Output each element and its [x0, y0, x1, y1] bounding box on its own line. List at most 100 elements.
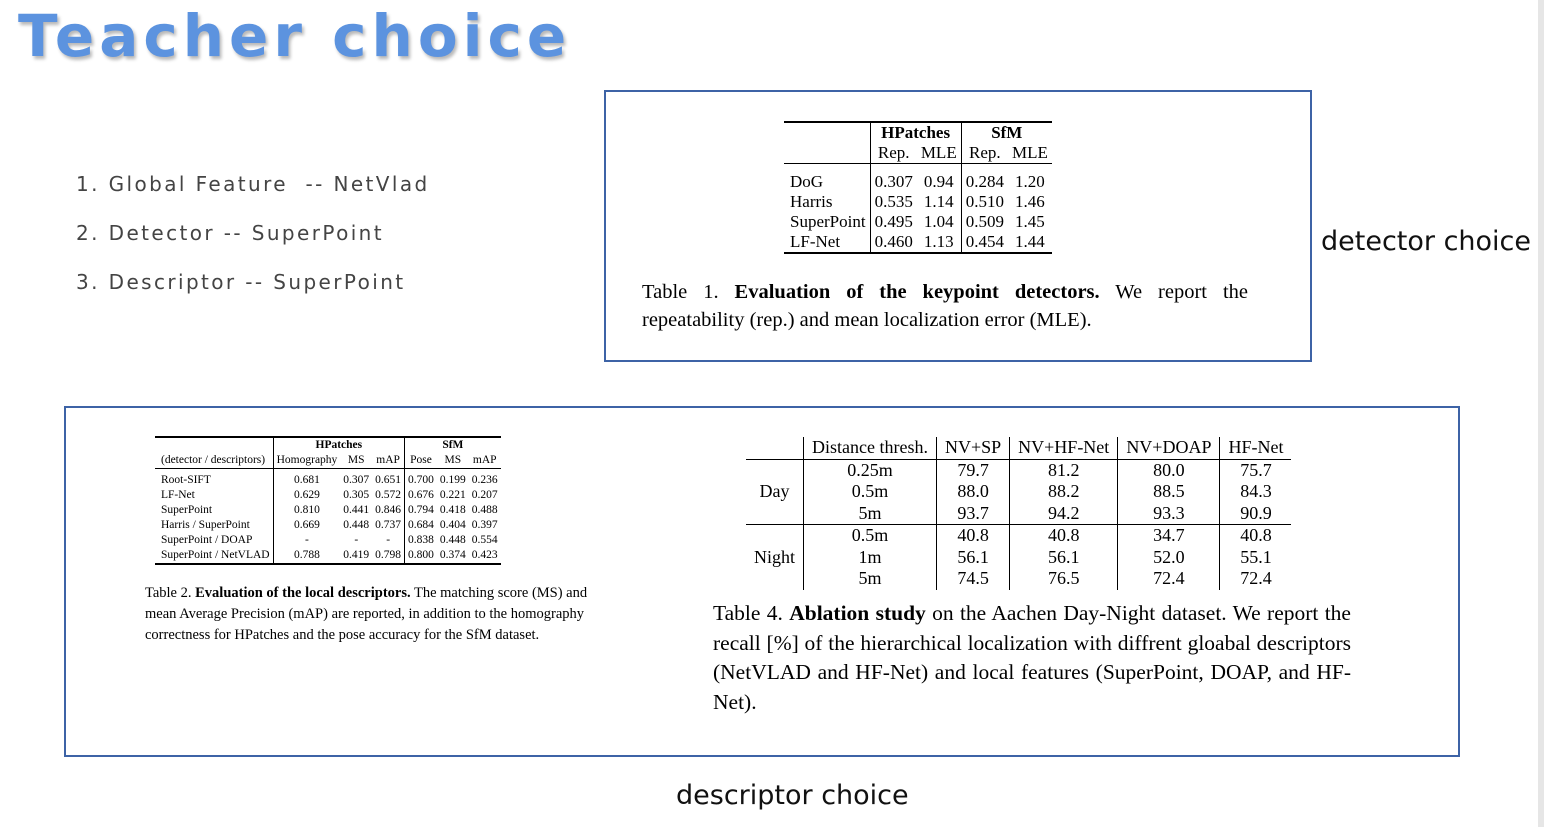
table1-group-header: SfM [991, 123, 1023, 142]
slide-title: Teacher choice [18, 2, 572, 70]
table-cell: 0.307 [343, 474, 370, 486]
table-cell: 1.45 [1015, 212, 1045, 231]
row-label: Harris / SuperPoint [155, 518, 274, 533]
table2-subheader: mAP [372, 453, 406, 469]
table-row: SuperPoint / NetVLAD 0.788 0.419 0.798 0… [155, 548, 501, 565]
detector-choice-label: detector choice [1321, 226, 1532, 257]
table-row: SuperPoint / DOAP - - - 0.838 0.448 0.55… [155, 533, 501, 548]
table-cell: 72.4 [1240, 568, 1272, 588]
table2-subheader: Homography [273, 453, 341, 469]
step-item-descriptor: 3. Descriptor -- SuperPoint [76, 270, 406, 294]
table-cell: 0.404 [439, 519, 466, 531]
table-cell: 56.1 [1009, 546, 1119, 568]
table-cell: 88.5 [1117, 481, 1221, 503]
table1-subheader: MLE [1007, 143, 1052, 164]
table-cell: 1.04 [916, 212, 962, 232]
table-cell: 1.13 [916, 232, 962, 254]
row-label: SuperPoint [784, 212, 871, 232]
threshold-cell: 5m [803, 568, 937, 590]
table-cell: 0.454 [961, 232, 1008, 254]
table-cell: 0.681 [294, 474, 320, 486]
table-cell: 0.448 [343, 519, 370, 531]
table-cell: 0.838 [408, 534, 434, 546]
table-cell: 0.651 [372, 473, 406, 488]
table-cell: - [372, 533, 406, 548]
table2-stub-spacer [155, 436, 274, 453]
table-cell: 93.3 [1117, 502, 1221, 525]
table1-subheader: MLE [916, 143, 962, 164]
row-label: SuperPoint / DOAP [155, 533, 274, 548]
table-cell: 90.9 [1219, 502, 1292, 525]
table1-group-header: HPatches [870, 122, 962, 143]
table-cell: 0.221 [439, 489, 466, 501]
table2-group-header: SfM [404, 436, 501, 453]
table1-subheader: Rep. [870, 143, 917, 164]
table-cell: 52.0 [1117, 546, 1221, 568]
keypoint-detector-table: HPatches SfM Rep. MLE Rep. MLE DoG 0.307… [784, 121, 1052, 254]
table-row: Harris / SuperPoint 0.669 0.448 0.737 0.… [155, 518, 501, 533]
table-row: SuperPoint 0.810 0.441 0.846 0.794 0.418… [155, 503, 501, 518]
table4-header: Distance thresh. [803, 437, 937, 460]
table-cell: 80.0 [1117, 459, 1221, 481]
table-cell: - [305, 534, 309, 546]
table-cell: 34.7 [1117, 524, 1221, 547]
group-label-night: Night [746, 524, 805, 590]
table2-subheader: mAP [468, 453, 501, 469]
table-row: 5m 93.7 94.2 93.3 90.9 [746, 502, 1292, 525]
table-cell: 0.535 [874, 192, 913, 211]
table-cell: 0.397 [471, 519, 498, 531]
table-row: LF-Net 0.629 0.305 0.572 0.676 0.221 0.2… [155, 488, 501, 503]
table-cell: 0.800 [404, 548, 437, 565]
table-cell: 0.798 [372, 548, 406, 565]
table-cell: 0.460 [870, 232, 917, 254]
table-cell: - [354, 534, 359, 546]
table-cell: 0.810 [294, 504, 320, 516]
table-cell: 81.2 [1009, 459, 1119, 481]
table-cell: 1.46 [1015, 192, 1045, 211]
table-cell: 0.554 [471, 534, 498, 546]
table4-header: NV+SP [936, 437, 1011, 460]
table-cell: 93.7 [936, 502, 1011, 525]
group-label-day: Day [746, 459, 805, 525]
table-row: LF-Net 0.460 1.13 0.454 1.44 [784, 232, 1052, 254]
row-label: Harris [784, 192, 871, 212]
table1-caption: Table 1. Evaluation of the keypoint dete… [642, 281, 1248, 331]
row-label: LF-Net [155, 488, 274, 503]
table-cell: 1.44 [1007, 232, 1052, 254]
table-cell: 0.374 [436, 548, 469, 565]
table-cell: 40.8 [936, 524, 1011, 547]
table-cell: 0.284 [965, 172, 1004, 191]
table-cell: 0.207 [471, 489, 498, 501]
table-cell: 76.5 [1009, 568, 1119, 590]
table-cell: 0.684 [408, 519, 434, 531]
row-label: LF-Net [784, 232, 871, 254]
table-cell: 56.1 [936, 546, 1011, 568]
threshold-cell: 0.5m [803, 481, 937, 503]
table-cell: 0.305 [343, 489, 370, 501]
table-cell: 40.8 [1009, 524, 1119, 547]
row-label: SuperPoint [155, 503, 274, 518]
table-cell: 0.676 [408, 489, 434, 501]
threshold-cell: 1m [803, 546, 937, 568]
table-cell: 0.236 [471, 474, 498, 486]
table-cell: 0.423 [468, 548, 501, 565]
table-cell: 0.700 [408, 474, 434, 486]
table-row: Root-SIFT 0.681 0.307 0.651 0.700 0.199 … [155, 473, 501, 488]
table-cell: 84.3 [1240, 481, 1272, 501]
table1-stub-header [784, 122, 871, 143]
right-edge-bar [1538, 0, 1544, 827]
row-label: DoG [784, 172, 871, 192]
table-cell: 0.794 [408, 504, 434, 516]
table-cell: 0.572 [372, 488, 406, 503]
threshold-cell: 5m [803, 502, 937, 525]
table1-subheader: Rep. [961, 143, 1008, 164]
table-row: 5m 74.5 76.5 72.4 72.4 [746, 568, 1291, 590]
step-item-detector: 2. Detector -- SuperPoint [76, 221, 384, 245]
step-item-global-feature: 1. Global Feature -- NetVlad [76, 172, 430, 196]
table-cell: 94.2 [1009, 502, 1119, 525]
table2-subheader: MS [340, 453, 373, 469]
table-cell: 1.14 [916, 192, 962, 212]
table-cell: 55.1 [1240, 546, 1272, 567]
ablation-study-table: Distance thresh. NV+SP NV+HF-Net NV+DOAP… [746, 437, 1292, 590]
table-cell: 0.788 [273, 548, 341, 565]
